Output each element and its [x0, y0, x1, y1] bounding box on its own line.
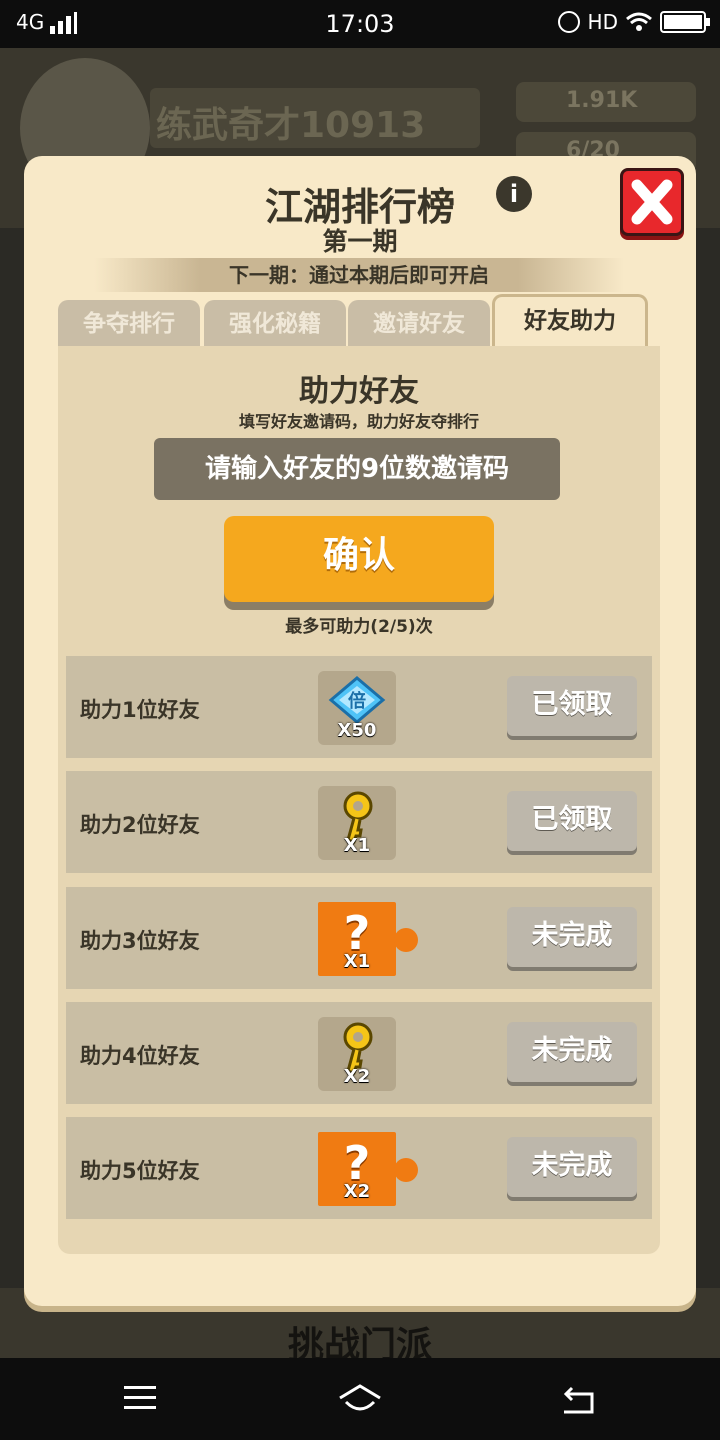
confirm-button[interactable]: 确认: [224, 516, 494, 602]
panel-description: 填写好友邀请码，助力好友夺排行: [238, 412, 479, 431]
assist-limit-text: 最多可助力(2/5)次: [285, 617, 433, 637]
incomplete-button[interactable]: 未完成: [507, 1022, 637, 1082]
reward-quantity: X1: [343, 835, 371, 856]
reward-label: 助力1位好友: [80, 698, 200, 722]
mystery-box-icon: ? X2: [318, 1132, 418, 1206]
reward-label: 助力2位好友: [80, 813, 200, 837]
reward-label: 助力5位好友: [80, 1159, 200, 1183]
reward-row: 助力3位好友 ? X1 未完成: [66, 887, 652, 989]
diamond-token-icon: 倍: [328, 676, 386, 724]
coin-counter: 1.91K: [516, 82, 696, 122]
leaderboard-dialog: 江湖排行榜 i 第一期 下一期：通过本期后即可开启 争夺排行 强化秘籍 邀请好友…: [24, 156, 696, 1306]
invite-code-input[interactable]: 请输入好友的9位数邀请码: [154, 438, 560, 500]
hd-indicator: HD: [587, 10, 618, 34]
tab-enhance-manual[interactable]: 强化秘籍: [204, 300, 346, 348]
menu-icon[interactable]: [122, 1380, 162, 1420]
alarm-icon: [557, 11, 580, 33]
reward-item: 倍 X50: [318, 671, 396, 745]
reward-quantity: X2: [343, 1066, 371, 1087]
reward-quantity: X2: [343, 1181, 371, 1202]
reward-quantity: X1: [343, 951, 371, 972]
home-icon[interactable]: [336, 1380, 384, 1420]
period-label: 第一期: [322, 227, 398, 256]
reward-label: 助力4位好友: [80, 1044, 200, 1068]
puzzle-nub: [394, 928, 418, 952]
system-nav-bar: [0, 1358, 720, 1440]
tab-compete-ranking[interactable]: 争夺排行: [58, 300, 200, 348]
reward-row: 助力4位好友 X2 未完成: [66, 1002, 652, 1104]
panel-title: 助力好友: [299, 374, 419, 409]
battery-icon: [660, 11, 710, 33]
reward-row: 助力1位好友 倍 X50 已领取: [66, 656, 652, 758]
reward-item: X1: [318, 786, 396, 860]
incomplete-button[interactable]: 未完成: [507, 907, 637, 967]
reward-quantity: X50: [337, 720, 377, 741]
svg-text:倍: 倍: [348, 690, 366, 712]
incomplete-button[interactable]: 未完成: [507, 1137, 637, 1197]
status-icons: HD: [557, 10, 710, 34]
assist-panel: 助力好友 填写好友邀请码，助力好友夺排行 请输入好友的9位数邀请码 确认 最多可…: [58, 346, 660, 1254]
wifi-icon: [626, 12, 652, 31]
reward-label: 助力3位好友: [80, 929, 200, 953]
status-bar: 4G 17:03 HD: [0, 0, 720, 48]
tab-friend-assist[interactable]: 好友助力: [492, 294, 648, 348]
info-icon[interactable]: i: [496, 176, 532, 212]
claimed-button[interactable]: 已领取: [507, 791, 637, 851]
next-period-note: 下一期：通过本期后即可开启: [94, 258, 624, 292]
player-name: 练武奇才10913: [150, 88, 480, 148]
claimed-button[interactable]: 已领取: [507, 676, 637, 736]
reward-row: 助力5位好友 ? X2 未完成: [66, 1117, 652, 1219]
tab-invite-friends[interactable]: 邀请好友: [348, 300, 490, 348]
puzzle-nub: [394, 1158, 418, 1182]
tab-bar: 争夺排行 强化秘籍 邀请好友 好友助力: [58, 294, 662, 350]
mystery-box-icon: ? X1: [318, 902, 418, 976]
reward-item: X2: [318, 1017, 396, 1091]
back-icon[interactable]: [560, 1380, 600, 1420]
reward-row: 助力2位好友 X1 已领取: [66, 771, 652, 873]
